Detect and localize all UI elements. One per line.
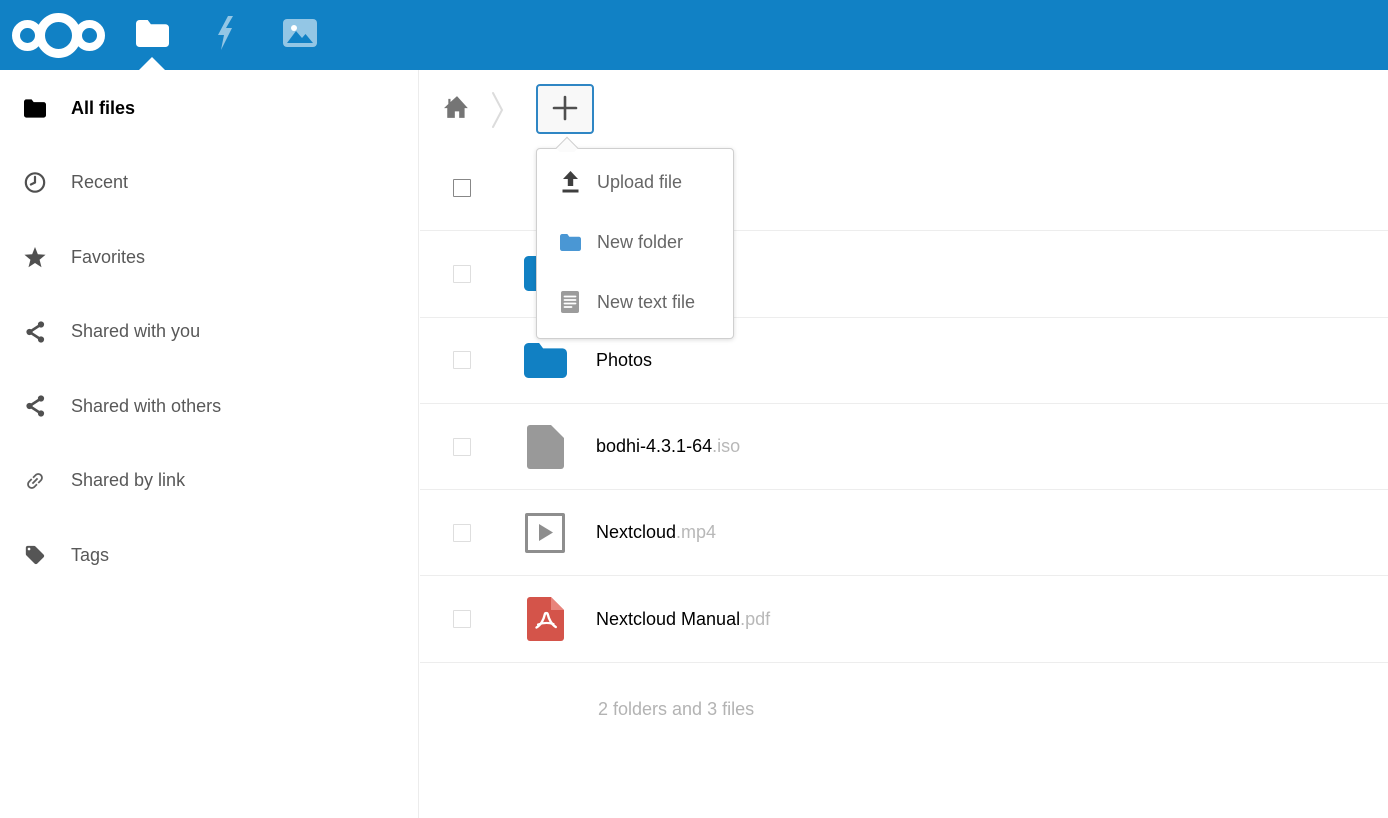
plus-icon (552, 95, 578, 124)
sidebar-item-label: Tags (71, 545, 109, 566)
chevron-right-icon (491, 91, 505, 134)
row-checkbox[interactable] (453, 265, 471, 283)
home-icon[interactable] (444, 95, 470, 124)
row-checkbox[interactable] (453, 438, 471, 456)
gallery-icon (283, 19, 317, 52)
sidebar-item-label: All files (71, 98, 135, 119)
app-gallery-button[interactable] (277, 0, 323, 70)
menu-item-label: New text file (597, 292, 695, 313)
folder-icon (135, 19, 169, 52)
sidebar-item-all-files[interactable]: All files (0, 71, 418, 146)
sidebar-item-shared-with-others[interactable]: Shared with others (0, 369, 418, 444)
nextcloud-files-app: All files Recent Favorites Shared with y… (0, 0, 1388, 818)
select-all-checkbox[interactable] (453, 179, 471, 197)
file-name[interactable]: Photos (596, 350, 652, 370)
link-icon (24, 469, 46, 493)
clock-icon (24, 171, 46, 194)
logo-circle (36, 13, 81, 58)
folder-icon[interactable] (523, 337, 567, 383)
sidebar-item-label: Shared with you (71, 321, 200, 342)
row-checkbox[interactable] (453, 610, 471, 628)
sidebar-item-recent[interactable]: Recent (0, 146, 418, 221)
sidebar-item-label: Favorites (71, 247, 145, 268)
share-icon (24, 320, 46, 344)
topbar (0, 0, 1388, 70)
row-checkbox[interactable] (453, 351, 471, 369)
sidebar-item-tags[interactable]: Tags (0, 518, 418, 593)
upload-icon (559, 171, 581, 193)
file-name-link[interactable]: bodhi-4.3.1-64.iso (596, 436, 740, 457)
file-name-link[interactable]: Photos (596, 350, 652, 371)
folder-icon (24, 99, 46, 118)
star-icon (24, 246, 46, 269)
text-file-icon (559, 291, 581, 313)
menu-item-new-folder[interactable]: New folder (537, 212, 733, 272)
file-name-link[interactable]: Nextcloud.mp4 (596, 522, 716, 543)
file-row[interactable]: Nextcloud Manual.pdf (420, 576, 1388, 662)
sidebar-item-shared-with-you[interactable]: Shared with you (0, 295, 418, 370)
lightning-icon (213, 16, 239, 55)
menu-item-new-text-file[interactable]: New text file (537, 272, 733, 332)
folder-icon (559, 234, 581, 251)
file-extension[interactable]: .mp4 (676, 522, 716, 542)
app-activity-button[interactable] (203, 0, 249, 70)
sidebar: All files Recent Favorites Shared with y… (0, 70, 419, 818)
sidebar-item-label: Shared with others (71, 396, 221, 417)
active-app-indicator (139, 57, 165, 70)
breadcrumb (420, 70, 1388, 145)
summary-text: 2 folders and 3 files (598, 699, 754, 719)
file-icon[interactable] (523, 424, 567, 470)
row-checkbox[interactable] (453, 524, 471, 542)
pdf-file-icon[interactable] (523, 596, 567, 642)
tag-icon (24, 543, 46, 567)
file-name-link[interactable]: Nextcloud Manual.pdf (596, 609, 770, 630)
file-name[interactable]: Nextcloud Manual (596, 609, 740, 629)
share-icon (24, 394, 46, 418)
file-row[interactable]: bodhi-4.3.1-64.iso (420, 404, 1388, 490)
app-files-button[interactable] (129, 0, 175, 70)
file-extension[interactable]: .pdf (740, 609, 770, 629)
file-extension[interactable]: .iso (712, 436, 740, 456)
sidebar-item-favorites[interactable]: Favorites (0, 220, 418, 295)
sidebar-item-shared-by-link[interactable]: Shared by link (0, 444, 418, 519)
menu-item-label: Upload file (597, 172, 682, 193)
new-button[interactable] (536, 84, 594, 134)
nextcloud-logo[interactable] (12, 13, 105, 58)
file-name[interactable]: bodhi-4.3.1-64 (596, 436, 712, 456)
new-menu: Upload file New folder New text file (536, 148, 734, 339)
video-file-icon[interactable] (523, 510, 567, 556)
menu-item-upload-file[interactable]: Upload file (537, 152, 733, 212)
menu-item-label: New folder (597, 232, 683, 253)
file-row[interactable]: Nextcloud.mp4 (420, 490, 1388, 576)
sidebar-item-label: Recent (71, 172, 128, 193)
file-summary: 2 folders and 3 files (420, 663, 1388, 720)
sidebar-item-label: Shared by link (71, 470, 185, 491)
files-view: Photos bodhi-4.3.1-64.iso Nextcloud.mp4 (420, 70, 1388, 818)
file-name[interactable]: Nextcloud (596, 522, 676, 542)
